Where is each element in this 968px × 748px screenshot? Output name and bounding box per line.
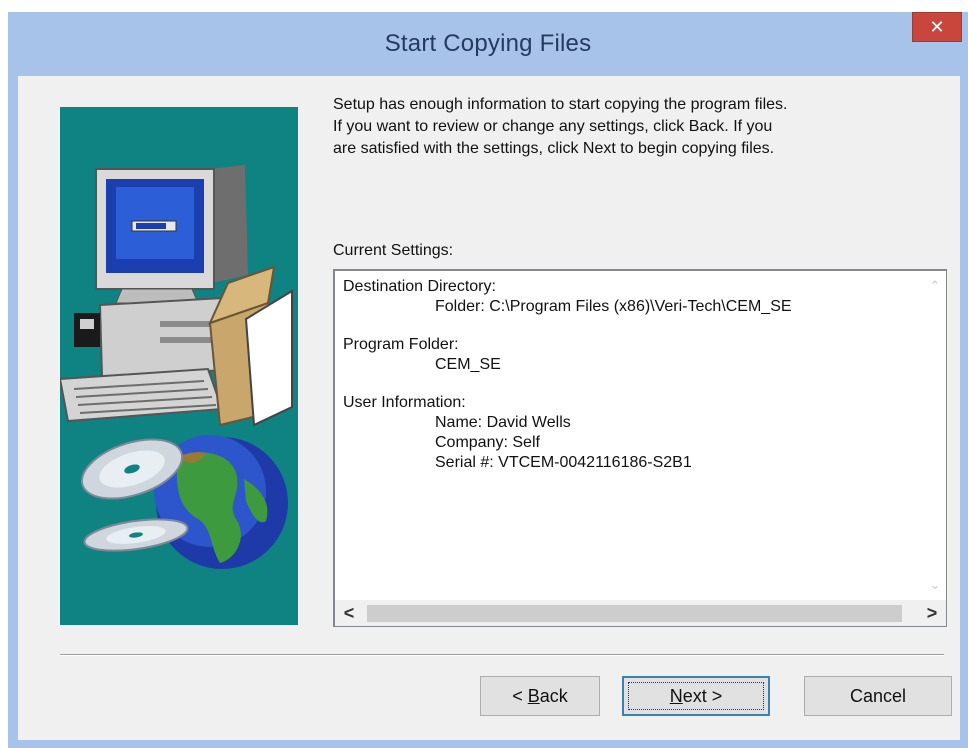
close-icon: ✕	[929, 16, 945, 37]
next-button[interactable]: Next >	[622, 676, 770, 716]
current-settings-box[interactable]: Destination Directory: Folder: C:\Progra…	[333, 269, 947, 627]
back-button-accel: B	[527, 685, 540, 706]
focus-rect	[628, 682, 764, 710]
button-separator	[60, 654, 944, 656]
program-folder-heading: Program Folder:	[343, 336, 459, 353]
close-button[interactable]: ✕	[912, 12, 962, 42]
user-name: Name: David Wells	[435, 414, 571, 431]
vertical-scrollbar[interactable]: ⌃ ⌄	[924, 271, 946, 600]
horizontal-scrollbar[interactable]: < >	[335, 600, 946, 626]
intro-text: Setup has enough information to start co…	[333, 94, 943, 160]
settings-content: Destination Directory: Folder: C:\Progra…	[343, 277, 918, 600]
setup-illustration-panel	[60, 107, 298, 625]
computer-cds-globe-illustration	[60, 165, 293, 569]
back-button-label: ack	[539, 685, 568, 706]
intro-line: are satisfied with the settings, click N…	[333, 140, 775, 157]
window-title: Start Copying Files	[384, 30, 592, 57]
destination-folder: Folder: C:\Program Files (x86)\Veri-Tech…	[435, 298, 792, 315]
horizontal-scroll-thumb[interactable]	[367, 605, 902, 622]
scroll-down-icon[interactable]: ⌄	[924, 574, 946, 596]
user-company: Company: Self	[435, 434, 540, 451]
back-button-prefix: <	[512, 685, 528, 706]
destination-heading: Destination Directory:	[343, 278, 496, 295]
scroll-right-icon[interactable]: >	[918, 600, 946, 626]
intro-line: If you want to review or change any sett…	[333, 118, 773, 135]
scroll-left-icon[interactable]: <	[335, 600, 363, 626]
setup-dialog-window: Start Copying Files ✕ Setup has enough i…	[8, 12, 968, 748]
intro-line: Setup has enough information to start co…	[333, 96, 788, 113]
user-serial: Serial #: VTCEM-0042116186-S2B1	[435, 454, 692, 471]
title-bar[interactable]: Start Copying Files ✕	[8, 12, 968, 76]
scroll-up-icon[interactable]: ⌃	[924, 275, 946, 297]
dialog-client-area: Setup has enough information to start co…	[18, 76, 960, 740]
cancel-button[interactable]: Cancel	[804, 676, 952, 716]
current-settings-label: Current Settings:	[333, 242, 454, 259]
program-folder-value: CEM_SE	[435, 356, 501, 373]
back-button[interactable]: < Back	[480, 676, 600, 716]
user-info-heading: User Information:	[343, 394, 466, 411]
